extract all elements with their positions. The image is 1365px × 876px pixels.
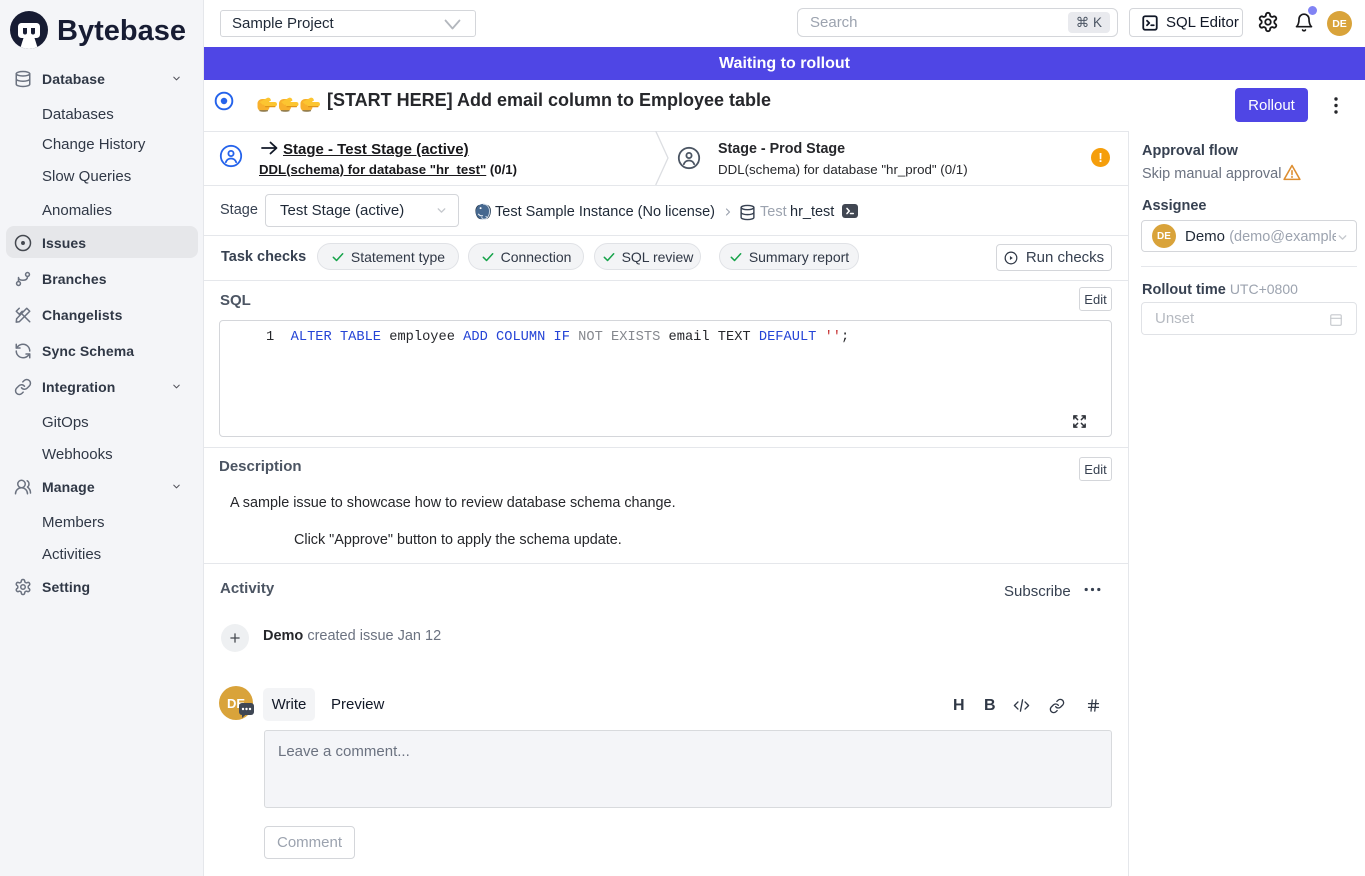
svg-text:Bytebase: Bytebase xyxy=(57,15,186,47)
